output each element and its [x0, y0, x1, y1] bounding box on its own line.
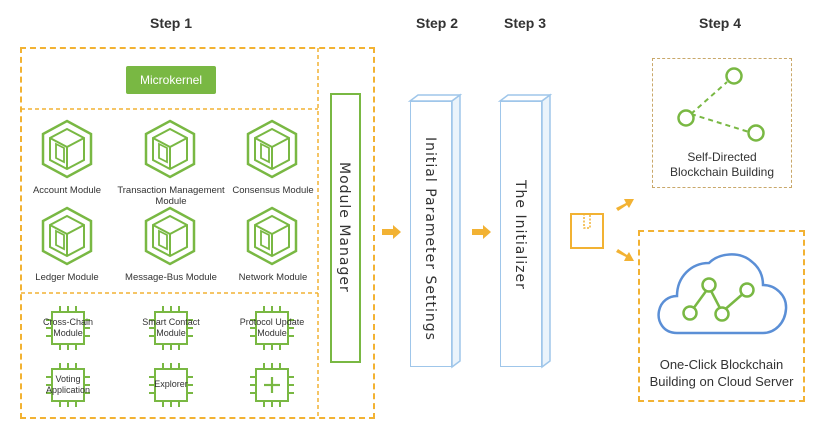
consensus-module-label: Consensus Module [232, 185, 314, 196]
account-module-icon [41, 119, 93, 179]
one-click-line1: One-Click Blockchain [659, 357, 784, 372]
message-bus-module-label: Message-Bus Module [125, 272, 217, 283]
self-directed-line1: Self-Directed [687, 150, 757, 164]
plus-chip-icon [250, 363, 294, 407]
ledger-module-label: Ledger Module [35, 272, 99, 283]
smart-contract-label: Smart Contact Module [142, 317, 200, 338]
network-module-icon [246, 206, 298, 266]
cloud-icon [657, 253, 788, 335]
self-directed-line2: Blockchain Building [669, 165, 775, 179]
initializer-label: The Initializer [512, 180, 528, 290]
one-click-line2: Building on Cloud Server [649, 374, 794, 389]
message-bus-module-icon [144, 206, 196, 266]
transaction-module-icon [144, 119, 196, 179]
transaction-module-label: Transaction Management Module [117, 185, 225, 207]
protocol-update-label: Protocol Update Module [239, 317, 305, 338]
module-manager-label: Module Manager [336, 162, 352, 293]
blockchain-nodes-icon [677, 67, 765, 142]
network-module-label: Network Module [238, 272, 308, 283]
ledger-module-icon [41, 206, 93, 266]
package-icon [570, 213, 604, 249]
architecture-diagram: Step 1 Step 2 Step 3 Step 4 Microkernel [0, 0, 825, 437]
cross-chain-label: Cross-Chain Module [42, 317, 93, 338]
microkernel-block: Microkernel [126, 66, 216, 94]
voting-label: Voting Application [45, 374, 91, 395]
explorer-label: Explorer [154, 379, 188, 389]
account-module-label: Account Module [32, 185, 102, 196]
initial-parameter-settings-label: Initial Parameter Settings [422, 137, 438, 341]
consensus-module-icon [246, 119, 298, 179]
